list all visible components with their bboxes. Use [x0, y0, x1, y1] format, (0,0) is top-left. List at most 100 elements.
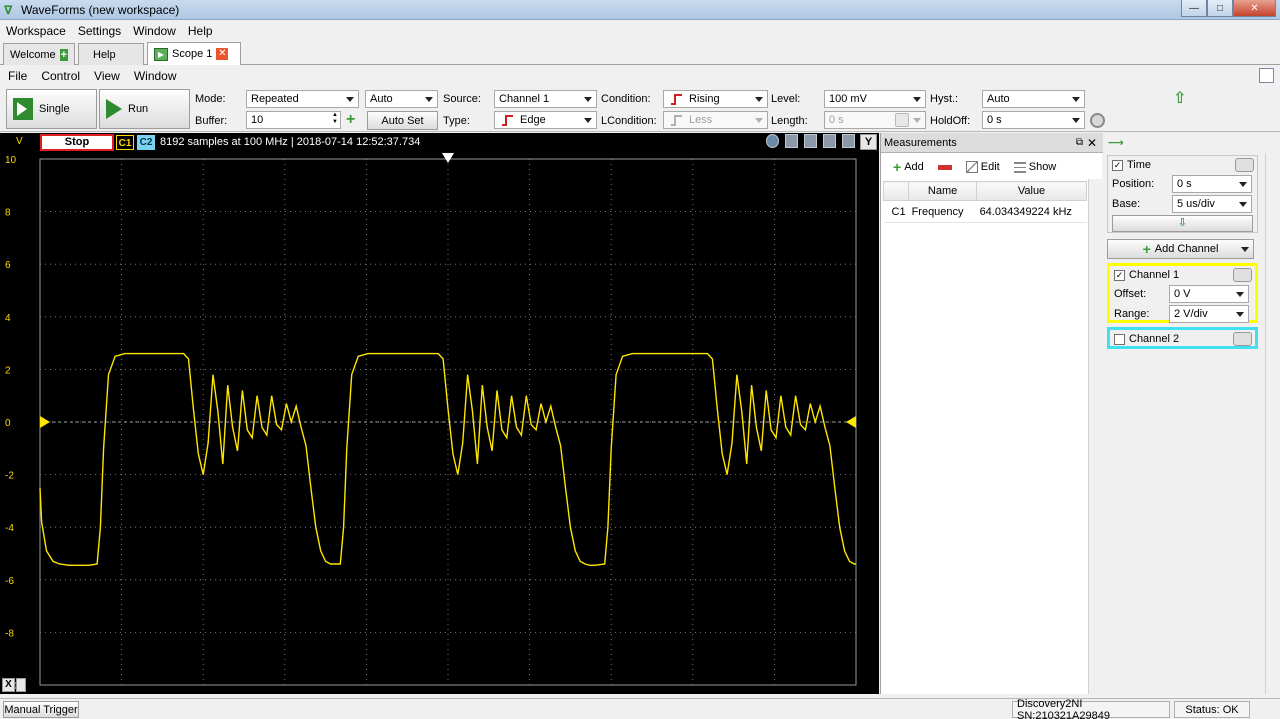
time-checkbox[interactable]: ✓ [1112, 159, 1123, 171]
mode-dropdown[interactable]: Repeated [246, 90, 359, 108]
add-measurement-button[interactable]: + Add [887, 156, 930, 178]
y-tick-label: 10 [5, 155, 17, 166]
menu-scope-window[interactable]: Window [126, 69, 183, 83]
chevron-down-icon [1241, 247, 1249, 252]
window-controls: — □ ✕ [1181, 0, 1276, 18]
auto-dropdown[interactable]: Auto [365, 90, 438, 108]
minimize-icon[interactable]: — [1181, 0, 1207, 17]
holdoff-dropdown[interactable]: 0 s [982, 111, 1085, 129]
minus-icon [937, 164, 952, 170]
show-measurement-button[interactable]: Show [1008, 156, 1063, 178]
maximize-icon[interactable]: □ [1207, 0, 1233, 17]
chevron-down-icon [1239, 182, 1247, 187]
menu-control[interactable]: Control [33, 69, 86, 83]
undock-icon[interactable]: ⧉ [1076, 137, 1083, 148]
restore-window-icon[interactable] [1259, 68, 1274, 83]
edit-measurement-button[interactable]: Edit [960, 156, 1006, 178]
trigger-position-marker[interactable] [442, 153, 454, 163]
close-icon[interactable]: ✕ [1233, 0, 1276, 17]
holdoff-label: HoldOff: [930, 115, 971, 127]
zoom-icon[interactable] [766, 134, 779, 148]
channel-2-checkbox[interactable] [1114, 333, 1125, 345]
settings-gear-icon[interactable] [1090, 113, 1105, 128]
column-header-name[interactable]: Name [908, 181, 978, 201]
arrow-up-icon[interactable]: ⇧ [1173, 88, 1186, 108]
lcondition-value: Less [689, 114, 713, 126]
base-label: Base: [1112, 198, 1141, 210]
close-tab-icon[interactable]: ✕ [216, 48, 229, 60]
position-dropdown[interactable]: 0 s [1172, 175, 1252, 193]
cursor-add-icon[interactable] [804, 134, 817, 148]
range-dropdown[interactable]: 2 V/div [1169, 305, 1249, 323]
cursor-icon[interactable] [785, 134, 798, 148]
tab-help[interactable]: Help [78, 43, 144, 65]
status-badge: Status: OK [1174, 701, 1250, 718]
chevron-down-icon [755, 97, 763, 102]
add-buffer-icon[interactable]: + [346, 111, 355, 129]
type-dropdown[interactable]: Edge [494, 111, 597, 129]
add-tab-icon[interactable]: + [59, 48, 68, 61]
manual-trigger-button[interactable]: Manual Trigger [3, 701, 79, 718]
plus-icon: + [893, 159, 902, 175]
single-icon [13, 98, 33, 120]
remove-measurement-button[interactable] [932, 156, 958, 178]
buffer-input[interactable]: 10 ▲ ▼ [246, 111, 341, 129]
close-panel-icon[interactable]: ✕ [1087, 136, 1097, 150]
run-button[interactable]: Run [99, 89, 190, 129]
channel-2-settings-icon[interactable] [1233, 332, 1252, 346]
chevron-down-icon [584, 118, 592, 123]
auto-set-button[interactable]: Auto Set [367, 111, 438, 130]
column-header-value[interactable]: Value [976, 181, 1087, 201]
arrow-right-icon[interactable]: ⟶ [1108, 136, 1124, 149]
source-label: Source: [443, 93, 481, 105]
acquisition-status-badge: Stop [40, 134, 114, 151]
gear-icon[interactable] [895, 113, 909, 127]
menu-settings[interactable]: Settings [72, 24, 127, 38]
channel-1-offset-marker[interactable] [40, 416, 50, 428]
channel-1-settings-icon[interactable] [1233, 268, 1252, 282]
time-settings-icon[interactable] [1235, 158, 1254, 172]
channel-1-checkbox[interactable]: ✓ [1114, 269, 1125, 281]
channel-2-badge[interactable]: C2 [137, 135, 155, 150]
menu-view[interactable]: View [86, 69, 126, 83]
column-header-channel[interactable] [882, 181, 910, 201]
level-dropdown[interactable]: 100 mV [824, 90, 926, 108]
y-axis-button[interactable]: Y [860, 134, 877, 150]
cursor-remove-icon[interactable] [823, 134, 836, 148]
measurements-scrollbar[interactable] [1088, 179, 1102, 694]
time-header: ✓ Time [1108, 156, 1257, 174]
condition-dropdown[interactable]: Rising [663, 90, 768, 108]
config-scrollbar[interactable] [1265, 153, 1280, 694]
add-label: Add [904, 161, 924, 173]
tab-scope-1[interactable]: ▶ Scope 1 ✕ [147, 42, 241, 65]
channel-1-badge[interactable]: C1 [116, 135, 134, 150]
device-info: Discovery2NI SN:210321A29849 [1012, 698, 1170, 719]
single-button[interactable]: Single [6, 89, 97, 129]
add-channel-button[interactable]: + Add Channel [1107, 239, 1254, 259]
table-row[interactable]: C1 Frequency 64.034349224 kHz [883, 200, 1087, 223]
edge-icon [502, 114, 515, 126]
range-value: 2 V/div [1174, 308, 1208, 320]
expand-time-button[interactable]: ⇩ [1112, 215, 1253, 232]
scope-plot-area[interactable]: V Stop C1 C2 8192 samples at 100 MHz | 2… [0, 133, 879, 694]
x-axis-button[interactable]: X [2, 678, 15, 692]
menu-window[interactable]: Window [127, 24, 182, 38]
lcondition-dropdown[interactable]: Less [663, 111, 768, 129]
y-tick-label: -6 [5, 576, 14, 587]
plot-settings-icon[interactable] [842, 134, 855, 148]
menu-file[interactable]: File [0, 69, 33, 83]
menu-workspace[interactable]: Workspace [0, 24, 72, 38]
length-dropdown[interactable]: 0 s [824, 111, 926, 129]
hyst-dropdown[interactable]: Auto [982, 90, 1085, 108]
scope-chart[interactable]: -25 us-20 us-15 us-10 us-5 us0 us5 us10 … [0, 151, 879, 694]
base-dropdown[interactable]: 5 us/div [1172, 195, 1252, 213]
trigger-level-marker[interactable] [846, 416, 856, 428]
tab-welcome[interactable]: Welcome + [3, 43, 75, 65]
x-axis-dropdown[interactable] [16, 678, 26, 692]
offset-dropdown[interactable]: 0 V [1169, 285, 1249, 303]
holdoff-value: 0 s [987, 114, 1002, 126]
source-dropdown[interactable]: Channel 1 [494, 90, 597, 108]
range-row: Range: 2 V/div [1110, 304, 1255, 324]
spinner-icon[interactable]: ▲ ▼ [332, 112, 338, 126]
menu-help[interactable]: Help [182, 24, 219, 38]
